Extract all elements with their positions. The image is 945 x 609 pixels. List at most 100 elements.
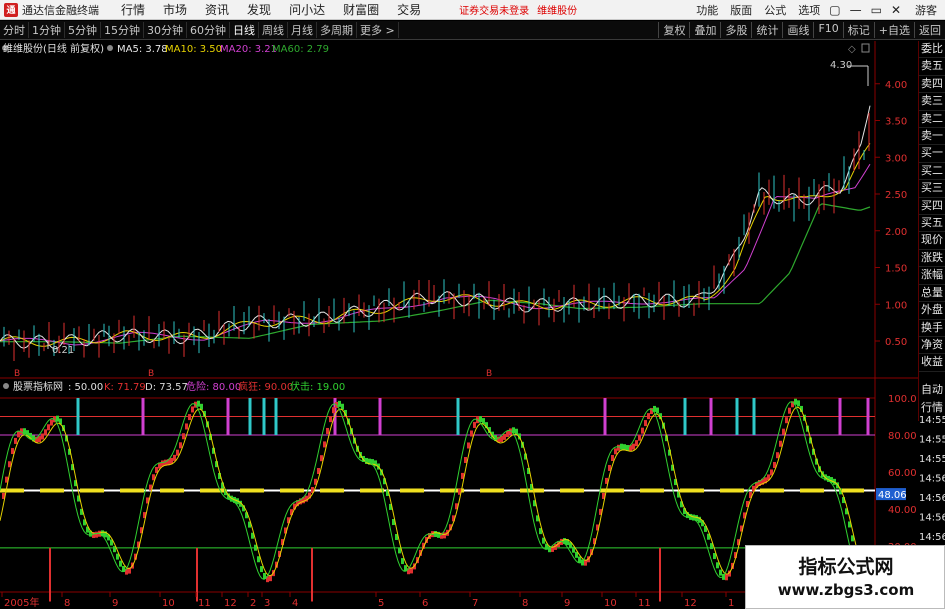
side-item-buy1[interactable]: 买一 [919, 145, 945, 163]
side-item-net-assets[interactable]: 净资 [919, 337, 945, 355]
settings-diamond-icon[interactable]: ◇ [848, 44, 856, 55]
indicator-tick-label: 60.00 [888, 468, 917, 479]
side-item-change-pct[interactable]: 涨幅 [919, 267, 945, 285]
indicator-yellow-segment [400, 488, 424, 493]
indicator-d: D: 73.57 [145, 382, 188, 393]
toolbar-multistock-button[interactable]: 多股 [720, 22, 751, 38]
toolbar-stats-button[interactable]: 统计 [751, 22, 782, 38]
toolbar-adjust-button[interactable]: 复权 [658, 22, 689, 38]
side-item-earnings[interactable]: 收益 [919, 354, 945, 372]
restore-window-icon[interactable]: ▢ [829, 3, 840, 17]
indicator-bar [191, 406, 194, 413]
menu-item-options[interactable]: 选项 [798, 2, 820, 18]
toolbar-add-favorite-button[interactable]: +自选 [873, 22, 914, 38]
side-item-sell1[interactable]: 卖一 [919, 128, 945, 146]
price-tick-label: 2.00 [885, 227, 907, 238]
indicator-yellow-segment [160, 488, 184, 493]
period-tab-1min[interactable]: 1分钟 [29, 22, 65, 38]
indicator-bar [44, 429, 47, 436]
indicator-bar [464, 457, 467, 464]
indicator-yellow-segment [360, 488, 384, 493]
guest-label[interactable]: 游客 [915, 2, 937, 18]
toolbar-mark-button[interactable]: 标记 [842, 22, 874, 38]
indicator-bar [47, 424, 50, 431]
price-tick-label: 1.00 [885, 300, 907, 311]
toolbar-overlay-button[interactable]: 叠加 [689, 22, 720, 38]
menu-item-assistant[interactable]: 问小达 [289, 1, 325, 18]
side-item-buy2[interactable]: 买二 [919, 163, 945, 181]
indicator-bar [38, 436, 41, 443]
menu-item-formula[interactable]: 公式 [764, 2, 786, 18]
side-item-buy3[interactable]: 买三 [919, 180, 945, 198]
ma-toggle-icon[interactable] [107, 45, 113, 51]
indicator-yellow-segment [280, 488, 304, 493]
period-tab-more[interactable]: 更多 > [357, 22, 399, 38]
price-axis: 4.00 3.50 3.00 2.50 2.00 1.50 1.00 0.50 [875, 80, 907, 348]
x-tick-label: 5 [378, 598, 384, 609]
maximize-icon[interactable]: ▭ [871, 3, 882, 17]
side-item-buy5[interactable]: 买五 [919, 215, 945, 233]
side-item-outer[interactable]: 外盘 [919, 302, 945, 320]
minimize-icon[interactable]: — [850, 3, 862, 17]
side-item-volume[interactable]: 总量 [919, 285, 945, 303]
toolbar-draw-button[interactable]: 画线 [782, 22, 813, 38]
side-item-auto[interactable]: 自动 [919, 381, 945, 399]
menu-item-news[interactable]: 资讯 [205, 1, 229, 18]
indicator-bar [14, 437, 17, 444]
side-item-sell5[interactable]: 卖五 [919, 58, 945, 76]
side-item-market[interactable]: 行情 [919, 399, 945, 417]
period-tab-15min[interactable]: 15分钟 [101, 22, 144, 38]
menu-item-layout[interactable]: 版面 [730, 2, 752, 18]
side-item-turnover[interactable]: 换手 [919, 320, 945, 337]
indicator-yellow-segment [640, 488, 664, 493]
x-tick-label: 2 [250, 598, 256, 609]
side-item-sell2[interactable]: 卖二 [919, 111, 945, 129]
indicator-bar [17, 431, 20, 438]
indicator-bar [788, 407, 791, 414]
indicator-yellow-segment [560, 488, 584, 493]
indicator-tick-label: 40.00 [888, 505, 917, 516]
side-item-weibi[interactable]: 委比 [919, 41, 945, 59]
chart-canvas[interactable]: 维维股份(日线 前复权) MA5: 3.78 MA10: 3.50 MA20: … [0, 41, 945, 609]
indicator-time-label: 14:56 [919, 513, 945, 524]
side-item-price[interactable]: 现价 [919, 232, 945, 250]
toolbar-right: 复权 叠加 多股 统计 画线 F10 标记 +自选 返回 [658, 22, 945, 38]
menu-item-function[interactable]: 功能 [696, 2, 718, 18]
menu-item-market[interactable]: 市场 [163, 1, 187, 18]
indicator-yellow-segment [680, 488, 704, 493]
period-tab-60min[interactable]: 60分钟 [187, 22, 230, 38]
indicator-bar [434, 530, 437, 537]
menu-item-wealth[interactable]: 财富圈 [343, 1, 379, 18]
period-tab-monthly[interactable]: 月线 [288, 22, 317, 38]
price-tick-label: 3.50 [885, 117, 907, 128]
menu-item-trade[interactable]: 交易 [397, 1, 421, 18]
period-tab-multi[interactable]: 多周期 [317, 22, 357, 38]
period-tab-daily[interactable]: 日线 [230, 22, 259, 38]
close-icon[interactable]: ✕ [891, 3, 901, 17]
menu-item-discover[interactable]: 发现 [247, 1, 271, 18]
indicator-bar [776, 452, 779, 459]
toolbar-f10-button[interactable]: F10 [813, 22, 842, 38]
indicator-bar [173, 454, 176, 461]
side-item-buy4[interactable]: 买四 [919, 198, 945, 216]
indicator-bar [56, 415, 59, 422]
indicator-bar [11, 448, 14, 455]
period-tab-weekly[interactable]: 周线 [259, 22, 288, 38]
period-tab-30min[interactable]: 30分钟 [144, 22, 187, 38]
period-tab-timeshare[interactable]: 分时 [0, 22, 29, 38]
side-item-sell3[interactable]: 卖三 [919, 93, 945, 111]
login-notice[interactable]: 证券交易未登录 [459, 2, 529, 17]
indicator-bar [611, 455, 614, 462]
indicator-toggle-icon[interactable] [3, 383, 9, 389]
login-stock[interactable]: 维维股份 [537, 2, 577, 17]
expand-icon[interactable] [861, 43, 870, 53]
x-axis: 2005年 8 9 10 11 12 2 3 4 5 6 7 8 9 10 11 12 1 [1, 592, 734, 609]
side-item-change[interactable]: 涨跌 [919, 250, 945, 268]
period-tab-5min[interactable]: 5分钟 [65, 22, 101, 38]
toolbar-back-button[interactable]: 返回 [914, 22, 945, 38]
indicator-bar [332, 407, 335, 414]
side-item-sell4[interactable]: 卖四 [919, 76, 945, 94]
indicator-bar [401, 558, 404, 565]
indicator-bar [320, 455, 323, 462]
menu-item-quotes[interactable]: 行情 [121, 1, 145, 18]
